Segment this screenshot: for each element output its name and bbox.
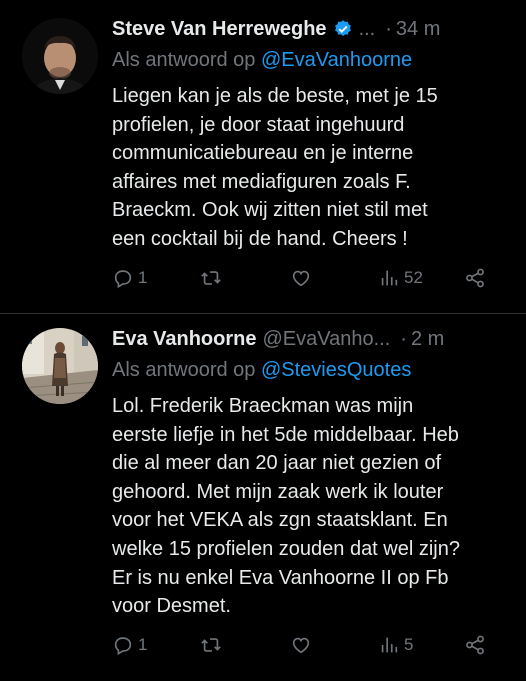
action-bar: 1 52 [112, 267, 492, 297]
reply-to-link[interactable]: @SteviesQuotes [261, 359, 411, 381]
text-line: Er is nu enkel Eva Vanhoorne II op Fb [112, 566, 449, 589]
verified-badge-icon [334, 20, 351, 36]
like-icon [292, 637, 310, 654]
timestamp[interactable]: 2 m [411, 328, 444, 351]
retweet-icon [201, 271, 221, 285]
avatar[interactable] [22, 328, 98, 404]
share-icon [466, 635, 484, 655]
author-name[interactable]: Eva Vanhoorne [112, 328, 257, 351]
text-line: die al meer dan 20 jaar niet gezien of [112, 452, 442, 475]
separator-dot: · [385, 17, 392, 40]
share-button[interactable] [464, 634, 486, 656]
tweet-text: Liegen kan je als de beste, met je 15 pr… [112, 82, 512, 254]
reply-button[interactable]: 1 [112, 634, 147, 656]
text-line: profielen, je door staat ingehuurd [112, 113, 405, 136]
views-icon [381, 270, 398, 286]
text-line: eerste liefje in het 5de middelbaar. Heb [112, 423, 459, 446]
retweet-icon [201, 638, 221, 652]
text-line: Lol. Frederik Braeckman was mijn [112, 395, 414, 417]
timestamp[interactable]: 34 m [396, 18, 440, 41]
author-handle[interactable]: @EvaVanho... [263, 328, 391, 351]
share-button[interactable] [464, 267, 486, 289]
separator-dot: · [400, 327, 407, 350]
text-line: een cocktail bij de hand. Cheers ! [112, 227, 408, 250]
reply-to-link[interactable]: @EvaVanhoorne [261, 49, 412, 71]
reply-context: Als antwoord op @SteviesQuotes [112, 357, 512, 383]
reply-prefix: Als antwoord op [112, 49, 256, 71]
views-button[interactable]: 52 [378, 267, 423, 289]
text-line: Liegen kan je als de beste, met je 15 [112, 85, 438, 107]
avatar[interactable] [22, 18, 98, 94]
reply-count: 1 [138, 268, 148, 287]
tweet-text: Lol. Frederik Braeckman was mijn eerste … [112, 392, 512, 621]
text-line: Braeckm. Ook wij zitten niet stil met [112, 199, 428, 222]
like-icon [292, 270, 310, 287]
reply-count: 1 [138, 635, 148, 654]
text-line: welke 15 profielen zouden dat wel zijn? [112, 537, 460, 560]
retweet-button[interactable] [200, 634, 222, 656]
text-line: affaires met mediafiguren zoals F. [112, 170, 411, 193]
views-icon [381, 637, 398, 653]
author-name[interactable]: Steve Van Herreweghe [112, 18, 327, 41]
action-bar: 1 5 [112, 634, 492, 664]
reply-icon [114, 637, 132, 656]
text-line: voor Desmet. [112, 595, 231, 618]
share-icon [466, 268, 484, 288]
view-count: 5 [404, 635, 414, 654]
view-count: 52 [404, 268, 423, 287]
like-button[interactable] [290, 634, 312, 656]
reply-icon [114, 270, 132, 289]
author-handle[interactable]: ... [359, 18, 376, 41]
reply-prefix: Als antwoord op [112, 359, 256, 381]
text-line: communicatiebureau en je interne [112, 142, 414, 165]
divider [0, 313, 526, 314]
retweet-button[interactable] [200, 267, 222, 289]
reply-button[interactable]: 1 [112, 267, 147, 289]
reply-context: Als antwoord op @EvaVanhoorne [112, 47, 512, 73]
views-button[interactable]: 5 [378, 634, 413, 656]
text-line: voor het VEKA als zgn staatsklant. En [112, 509, 448, 532]
like-button[interactable] [290, 267, 312, 289]
text-line: gehoord. Met mijn zaak werk ik louter [112, 480, 444, 503]
